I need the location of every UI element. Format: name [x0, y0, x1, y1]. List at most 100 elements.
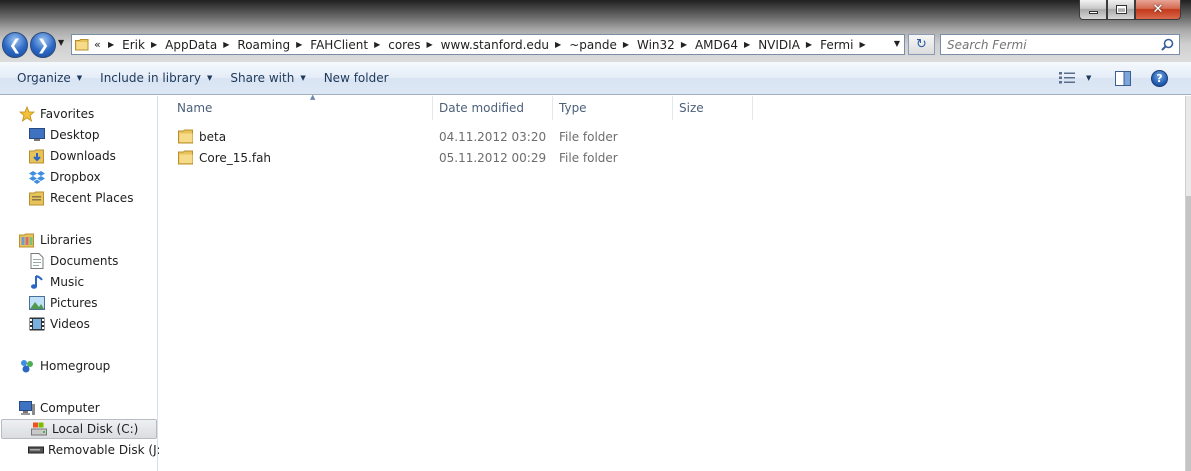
- help-icon[interactable]: ?: [1151, 70, 1168, 87]
- breadcrumb-item[interactable]: ~pande: [561, 38, 623, 52]
- breadcrumb-item[interactable]: FAHClient: [302, 38, 374, 52]
- chevron-down-icon: ▼: [76, 74, 83, 82]
- column-header-label: Type: [559, 101, 587, 115]
- nav-item-music[interactable]: Music: [0, 272, 157, 292]
- file-date-modified: 05.11.2012 00:29: [439, 150, 547, 165]
- include-in-library-button[interactable]: Include in library ▼: [91, 66, 221, 90]
- nav-item-local-disk-c[interactable]: Local Disk (C:): [1, 419, 157, 439]
- nav-item-documents[interactable]: Documents: [0, 251, 157, 271]
- chevron-down-icon: ▼: [207, 74, 213, 82]
- drive-icon: [30, 421, 48, 437]
- nav-item-desktop[interactable]: Desktop: [0, 125, 157, 145]
- maximize-button[interactable]: [1107, 0, 1135, 20]
- nav-item-dropbox[interactable]: Dropbox: [0, 167, 157, 187]
- address-dropdown-icon[interactable]: ▼: [894, 39, 900, 48]
- music-note-icon: [28, 274, 46, 290]
- file-type: File folder: [559, 150, 618, 165]
- column-header-type[interactable]: Type: [553, 96, 673, 120]
- organize-button[interactable]: Organize ▼: [8, 66, 91, 90]
- nav-libraries[interactable]: Libraries: [0, 230, 157, 250]
- minimize-icon: [1088, 11, 1098, 14]
- nav-item-label: Recent Places: [50, 191, 134, 205]
- caption-buttons: ✕: [1079, 0, 1181, 20]
- nav-item-label: Local Disk (C:): [52, 422, 139, 436]
- breadcrumb-item[interactable]: Win32: [629, 38, 681, 52]
- refresh-button[interactable]: ↻: [908, 34, 935, 55]
- breadcrumb-item[interactable]: NVIDIA: [750, 38, 806, 52]
- breadcrumb-item[interactable]: www.stanford.edu: [433, 38, 555, 52]
- nav-item-label: Pictures: [50, 296, 98, 310]
- breadcrumb-arrow-icon[interactable]: ▶: [859, 40, 865, 49]
- navigation-pane: Favorites Desktop Downloads Dropbox Rece…: [0, 96, 165, 471]
- sort-ascending-icon: ▲: [310, 93, 316, 101]
- file-list: Name ▲ Date modified Type Size beta 04.1…: [159, 93, 1185, 471]
- share-with-label: Share with: [230, 71, 295, 85]
- nav-favorites-label: Favorites: [40, 107, 95, 121]
- breadcrumb-item[interactable]: AMD64: [687, 38, 744, 52]
- forward-button[interactable]: ❯: [30, 32, 56, 58]
- nav-item-label: Removable Disk (J:): [48, 443, 166, 457]
- folder-icon: [178, 126, 194, 147]
- breadcrumb-item[interactable]: Roaming: [229, 38, 296, 52]
- desktop-icon: [28, 127, 46, 143]
- column-header-label: Name: [177, 101, 213, 115]
- breadcrumb-item[interactable]: cores: [380, 38, 426, 52]
- back-arrow-icon: ❮: [8, 36, 22, 54]
- folder-icon: [72, 38, 92, 51]
- preview-pane-icon[interactable]: [1115, 71, 1131, 89]
- recent-pages-button[interactable]: ▼: [58, 38, 68, 52]
- film-strip-icon: [28, 316, 46, 332]
- chevron-down-icon: ▼: [58, 38, 65, 47]
- share-with-button[interactable]: Share with ▼: [221, 66, 314, 90]
- search-icon[interactable]: [1161, 38, 1174, 54]
- chevron-down-icon[interactable]: ▼: [1086, 74, 1091, 82]
- address-bar[interactable]: « ▶ Erik ▶ AppData ▶ Roaming ▶ FAHClient ▶ cores ▶…: [71, 34, 905, 55]
- nav-item-videos[interactable]: Videos: [0, 314, 157, 334]
- nav-item-pictures[interactable]: Pictures: [0, 293, 157, 313]
- chevron-down-icon: ▼: [300, 74, 306, 82]
- new-folder-button[interactable]: New folder: [315, 66, 398, 90]
- minimize-button[interactable]: [1079, 0, 1107, 20]
- command-bar: Organize ▼ Include in library ▼ Share wi…: [0, 62, 1191, 95]
- nav-computer[interactable]: Computer: [0, 398, 157, 418]
- column-header-label: Size: [679, 101, 704, 115]
- file-date-modified: 04.11.2012 03:20: [439, 129, 547, 144]
- close-icon: ✕: [1152, 2, 1164, 17]
- column-header-name[interactable]: Name ▲: [171, 93, 433, 120]
- libraries-icon: [18, 232, 36, 248]
- close-button[interactable]: ✕: [1135, 0, 1181, 20]
- file-name: Core_15.fah: [199, 150, 272, 165]
- scrollbar-thumb[interactable]: [1186, 196, 1191, 471]
- removable-drive-icon: [28, 442, 44, 458]
- downloads-folder-icon: [28, 148, 46, 164]
- pictures-icon: [28, 295, 46, 311]
- address-overflow-button[interactable]: «: [94, 38, 108, 51]
- nav-computer-label: Computer: [40, 401, 100, 415]
- nav-item-label: Desktop: [50, 128, 100, 142]
- table-row[interactable]: beta 04.11.2012 03:20 File folder: [173, 126, 753, 147]
- column-headers: Name ▲ Date modified Type Size: [159, 93, 1185, 120]
- search-input[interactable]: [947, 37, 1157, 52]
- breadcrumb-item[interactable]: Fermi: [812, 38, 859, 52]
- nav-item-downloads[interactable]: Downloads: [0, 146, 157, 166]
- nav-favorites[interactable]: Favorites: [0, 104, 157, 124]
- nav-item-removable-disk-j[interactable]: Removable Disk (J:): [0, 440, 165, 460]
- breadcrumb: ▶ Erik ▶ AppData ▶ Roaming ▶ FAHClient ▶ cores ▶ ww…: [108, 38, 866, 52]
- nav-homegroup-label: Homegroup: [40, 359, 111, 373]
- column-header-date-modified[interactable]: Date modified: [433, 96, 553, 120]
- breadcrumb-item[interactable]: AppData: [157, 38, 223, 52]
- search-box[interactable]: [940, 34, 1180, 55]
- file-name: beta: [199, 129, 227, 144]
- back-button[interactable]: ❮: [2, 32, 28, 58]
- star-icon: [18, 106, 36, 122]
- breadcrumb-item[interactable]: Erik: [114, 38, 151, 52]
- nav-homegroup[interactable]: Homegroup: [0, 356, 157, 376]
- nav-libraries-label: Libraries: [40, 233, 92, 247]
- recent-places-icon: [28, 190, 46, 206]
- table-row[interactable]: Core_15.fah 05.11.2012 00:29 File folder: [173, 147, 753, 168]
- scrollbar[interactable]: [1185, 96, 1191, 471]
- view-options-icon[interactable]: [1059, 71, 1075, 88]
- nav-item-recent-places[interactable]: Recent Places: [0, 188, 157, 208]
- file-type: File folder: [559, 129, 618, 144]
- column-header-size[interactable]: Size: [673, 96, 753, 120]
